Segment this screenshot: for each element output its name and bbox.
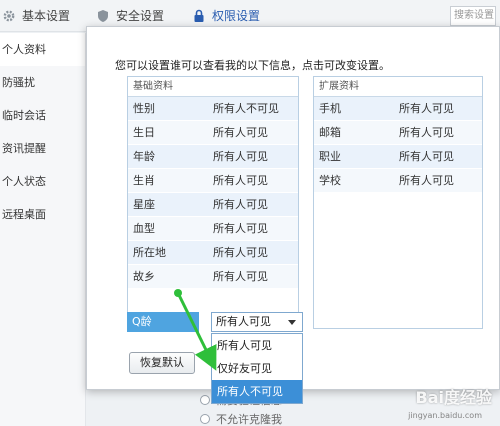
row-value: 所有人可见: [213, 198, 268, 211]
row-key: 血型: [133, 222, 155, 235]
row-key: 性别: [133, 102, 155, 115]
option-nobody-visible[interactable]: 所有人不可见: [212, 380, 302, 403]
radio-label: 不允许克隆我: [216, 413, 282, 426]
basic-info-panel: 基础资料 性别 所有人不可见 生日 所有人可见 年龄 所有人可见 生肖 所有人可见 星座…: [127, 76, 299, 337]
row-key: 邮箱: [319, 126, 341, 139]
table-row[interactable]: 故乡 所有人可见: [128, 265, 298, 289]
table-row[interactable]: 血型 所有人可见: [128, 217, 298, 241]
table-row[interactable]: 手机 所有人可见: [314, 97, 482, 121]
chevron-down-icon: [288, 320, 296, 325]
dialog-hint: 您可以设置谁可以查看我的以下信息，点击可改变设置。: [115, 59, 390, 72]
sidebar-item-remote-desktop[interactable]: 远程桌面: [0, 198, 85, 231]
row-key: 生肖: [133, 174, 155, 187]
sidebar-item-news-reminder[interactable]: 资讯提醒: [0, 132, 85, 165]
row-key: 星座: [133, 198, 155, 211]
row-key: 学校: [319, 174, 341, 187]
option-everyone-visible[interactable]: 所有人可见: [212, 334, 302, 357]
row-value: 所有人可见: [213, 174, 268, 187]
row-key: 故乡: [133, 270, 155, 283]
q-age-label[interactable]: Q龄: [127, 312, 199, 332]
row-value: 所有人可见: [399, 174, 454, 187]
extended-info-header: 扩展资料: [314, 77, 482, 97]
sidebar-item-personal-status[interactable]: 个人状态: [0, 165, 85, 198]
extended-info-panel: 扩展资料 手机 所有人可见 邮箱 所有人可见 职业 所有人可见 学校 所有人可见: [313, 76, 483, 329]
table-row[interactable]: 年龄 所有人可见: [128, 145, 298, 169]
table-row[interactable]: 星座 所有人可见: [128, 193, 298, 217]
radio-icon: [200, 395, 210, 405]
table-row[interactable]: 所在地 所有人可见: [128, 241, 298, 265]
tab-basic-settings[interactable]: 基本设置: [2, 0, 70, 32]
sidebar-item-temp-session[interactable]: 临时会话: [0, 99, 85, 132]
privacy-dialog: 您可以设置谁可以查看我的以下信息，点击可改变设置。 基础资料 性别 所有人不可见 …: [86, 26, 500, 404]
visibility-dropdown: 所有人可见 仅好友可见 所有人不可见: [211, 333, 303, 404]
table-row[interactable]: 生肖 所有人可见: [128, 169, 298, 193]
row-value: 所有人可见: [213, 222, 268, 235]
lock-icon: [194, 9, 204, 22]
table-row[interactable]: 生日 所有人可见: [128, 121, 298, 145]
table-row[interactable]: 性别 所有人不可见: [128, 97, 298, 121]
row-value: 所有人可见: [399, 126, 454, 139]
row-key: 职业: [319, 150, 341, 163]
tab-label: 基本设置: [22, 9, 71, 23]
radio-icon: [200, 414, 210, 424]
row-value: 所有人可见: [399, 102, 454, 115]
row-value: 所有人可见: [399, 150, 454, 163]
watermark: Bai度经验: [415, 388, 492, 407]
gear-icon: [3, 10, 15, 22]
row-value: 所有人可见: [213, 126, 268, 139]
shield-icon: [98, 10, 108, 22]
table-row[interactable]: 学校 所有人可见: [314, 169, 482, 193]
table-row[interactable]: 邮箱 所有人可见: [314, 121, 482, 145]
restore-default-button[interactable]: 恢复默认: [129, 352, 195, 374]
radio-disallow-clone[interactable]: 不允许克隆我: [200, 411, 282, 426]
sidebar-item-profile[interactable]: 个人资料: [0, 33, 85, 66]
row-value: 所有人不可见: [213, 102, 279, 115]
row-key: 所在地: [133, 246, 166, 259]
option-friends-only[interactable]: 仅好友可见: [212, 357, 302, 380]
watermark-url: jingyan.baidu.com: [408, 411, 482, 420]
row-value: 所有人可见: [213, 270, 268, 283]
row-key: 生日: [133, 126, 155, 139]
row-key: 年龄: [133, 150, 155, 163]
basic-info-header: 基础资料: [128, 77, 298, 97]
select-value: 所有人可见: [216, 315, 271, 328]
q-age-visibility-select[interactable]: 所有人可见: [211, 312, 303, 332]
row-key: 手机: [319, 102, 341, 115]
row-value: 所有人可见: [213, 150, 268, 163]
search-input[interactable]: 搜索设置: [450, 6, 496, 26]
sidebar: 个人资料 防骚扰 临时会话 资讯提醒 个人状态 远程桌面: [0, 33, 86, 426]
table-row[interactable]: 职业 所有人可见: [314, 145, 482, 169]
row-value: 所有人可见: [213, 246, 268, 259]
sidebar-item-anti-harassment[interactable]: 防骚扰: [0, 66, 85, 99]
